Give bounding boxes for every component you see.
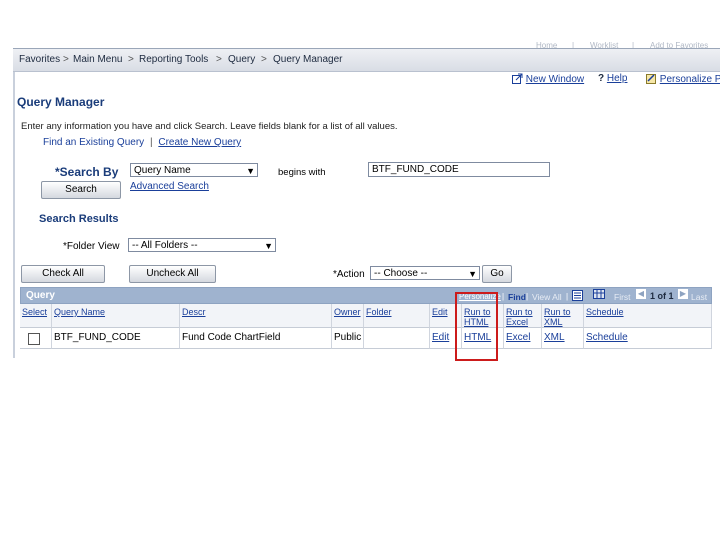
nav-favorites[interactable]: Favorites xyxy=(19,54,60,65)
search-by-value: Query Name xyxy=(134,165,191,176)
breadcrumb: Favorites > Main Menu > Reporting Tools … xyxy=(13,48,720,72)
action-label: *Action xyxy=(333,269,365,280)
nav-reporting-tools[interactable]: Reporting Tools xyxy=(139,54,208,65)
column-header-select[interactable]: Select xyxy=(20,304,52,328)
check-all-button[interactable]: Check All xyxy=(21,265,105,283)
nav-main-menu[interactable]: Main Menu xyxy=(73,54,122,65)
personalize-icon xyxy=(646,74,656,84)
table-row-descr: Fund Code ChartField xyxy=(180,328,332,349)
search-button[interactable]: Search xyxy=(41,181,121,199)
search-by-select[interactable]: Query Name ▼ xyxy=(130,163,258,177)
table-row-owner: Public xyxy=(332,328,364,349)
chevron-down-icon: ▼ xyxy=(264,241,273,251)
new-window-icon xyxy=(512,73,523,84)
nav-query[interactable]: Query xyxy=(228,54,255,65)
column-header-owner[interactable]: Owner xyxy=(332,304,364,328)
help-toolbar[interactable]: ? Help xyxy=(598,73,627,84)
page-left-border xyxy=(13,48,15,358)
action-select[interactable]: -- Choose -- ▼ xyxy=(370,266,480,280)
column-header-run-xml[interactable]: Run to XML xyxy=(542,304,584,328)
column-header-run-excel[interactable]: Run to Excel xyxy=(504,304,542,328)
highlight-box xyxy=(455,292,498,361)
help-link[interactable]: Help xyxy=(607,73,628,84)
operator-label: begins with xyxy=(278,167,326,178)
nav-separator: > xyxy=(128,54,134,65)
table-row-run-excel-link[interactable]: Excel xyxy=(504,328,542,349)
search-input[interactable]: BTF_FUND_CODE xyxy=(368,162,550,177)
grid-find-link[interactable]: Find xyxy=(508,292,526,302)
advanced-search-link[interactable]: Advanced Search xyxy=(130,181,209,192)
table-row-select-cell xyxy=(20,328,52,349)
nav-separator: > xyxy=(63,54,69,65)
next-arrow-icon[interactable]: ▶ xyxy=(678,289,688,299)
download-grid-icon[interactable] xyxy=(572,290,583,301)
folder-view-label: *Folder View xyxy=(63,241,120,252)
uncheck-all-button[interactable]: Uncheck All xyxy=(129,265,216,283)
column-header-folder[interactable]: Folder xyxy=(364,304,430,328)
table-row-query-name: BTF_FUND_CODE xyxy=(52,328,180,349)
column-header-descr[interactable]: Descr xyxy=(180,304,332,328)
create-new-query-link[interactable]: Create New Query xyxy=(158,137,241,148)
grid-view-icon[interactable] xyxy=(593,289,605,300)
query-links: Find an Existing Query | Create New Quer… xyxy=(43,137,241,148)
column-header-query-name[interactable]: Query Name xyxy=(52,304,180,328)
personalize-toolbar[interactable]: Personalize Page xyxy=(646,73,720,85)
new-window-link[interactable]: New Window xyxy=(526,74,584,85)
grid-first-label[interactable]: First xyxy=(614,292,631,302)
grid-view-all-link[interactable]: View All xyxy=(532,292,562,302)
chevron-down-icon: ▼ xyxy=(468,269,477,279)
help-icon: ? xyxy=(598,73,605,84)
instructions-text: Enter any information you have and click… xyxy=(21,121,398,132)
search-results-title: Search Results xyxy=(39,213,119,225)
personalize-page-link[interactable]: Personalize Page xyxy=(660,74,720,85)
find-existing-query-link[interactable]: Find an Existing Query xyxy=(43,137,144,148)
folder-view-select[interactable]: -- All Folders -- ▼ xyxy=(128,238,276,252)
folder-view-value: -- All Folders -- xyxy=(132,240,198,251)
search-by-label: *Search By xyxy=(55,165,119,179)
column-header-schedule[interactable]: Schedule xyxy=(584,304,712,328)
table-row-folder xyxy=(364,328,430,349)
new-window-toolbar[interactable]: New Window xyxy=(512,73,584,85)
query-grid-header: Query Personalize | Find | View All | Fi… xyxy=(20,287,712,304)
nav-separator: > xyxy=(216,54,222,65)
grid-last-label[interactable]: Last xyxy=(691,292,707,302)
table-row-schedule-link[interactable]: Schedule xyxy=(584,328,712,349)
previous-arrow-icon[interactable]: ◀ xyxy=(636,289,646,299)
grid-title: Query xyxy=(26,290,55,301)
action-value: -- Choose -- xyxy=(374,268,428,279)
table-row-run-xml-link[interactable]: XML xyxy=(542,328,584,349)
chevron-down-icon: ▼ xyxy=(246,166,255,176)
link-separator: | xyxy=(149,137,153,148)
row-checkbox[interactable] xyxy=(28,333,40,345)
grid-page-info: 1 of 1 xyxy=(650,291,674,301)
nav-query-manager[interactable]: Query Manager xyxy=(273,54,342,65)
go-button[interactable]: Go xyxy=(482,265,512,283)
page-title: Query Manager xyxy=(17,95,105,109)
nav-separator: > xyxy=(261,54,267,65)
